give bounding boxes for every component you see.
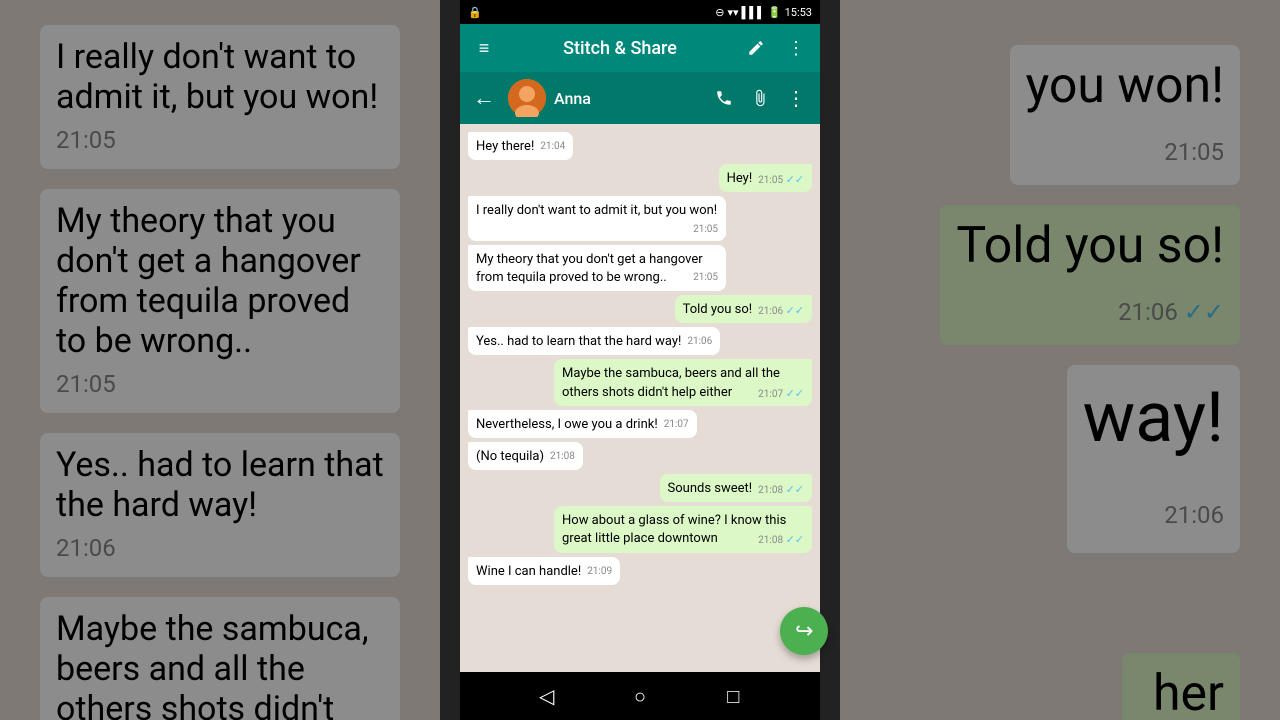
table-row: Sounds sweet! 21:08 ✓✓: [468, 474, 812, 502]
signal-icon: ▌▌▌: [742, 6, 765, 19]
table-row: Hey there! 21:04: [468, 132, 812, 160]
app-title: Stitch & Share: [508, 38, 732, 59]
list-item: Told you so! 21:06 ✓✓: [675, 295, 812, 323]
message-time: 21:05: [693, 223, 718, 237]
table-row: Nevertheless, I owe you a drink! 21:07: [468, 410, 812, 438]
table-row: (No tequila) 21:08: [468, 442, 812, 470]
message-time: 21:08 ✓✓: [758, 532, 804, 548]
bg-text-bottom-left-2: Maybe the sambuca, beers and all the oth…: [40, 597, 400, 720]
message-text: Told you so!: [683, 302, 753, 317]
more-button[interactable]: ⋮: [780, 32, 812, 64]
nav-bar: ◁ ○ □: [460, 672, 820, 720]
message-time: 21:08 ✓✓: [758, 482, 804, 498]
message-time: 21:06: [687, 335, 712, 349]
list-item: (No tequila) 21:08: [468, 442, 583, 470]
bg-text-bottom-right-2: her 21:07 ✓: [1102, 643, 1260, 720]
list-item: I really don't want to admit it, but you…: [468, 196, 726, 240]
message-text: Wine I can handle!: [476, 564, 581, 579]
call-button[interactable]: [708, 82, 740, 114]
table-row: Wine I can handle! 21:09: [468, 557, 812, 585]
message-text: Sounds sweet!: [668, 481, 753, 496]
table-row: I really don't want to admit it, but you…: [468, 196, 812, 240]
chat-name: Anna: [554, 89, 700, 108]
list-item: How about a glass of wine? I know this g…: [554, 506, 812, 552]
message-text: I really don't want to admit it, but you…: [476, 203, 717, 218]
table-row: My theory that you don't get a hangover …: [468, 245, 812, 291]
message-time: 21:04: [540, 140, 565, 154]
chat-more-button[interactable]: ⋮: [780, 82, 812, 114]
status-bar: 🔒 ⊖ ▾▾ ▌▌▌ 🔋 15:53: [460, 0, 820, 24]
status-bar-right: ⊖ ▾▾ ▌▌▌ 🔋 15:53: [715, 6, 812, 19]
fab-icon: ↩: [795, 619, 813, 644]
message-text: Hey there!: [476, 139, 534, 154]
table-row: Told you so! 21:06 ✓✓: [468, 295, 812, 323]
bg-text-mid-left: My theory that you don't get a hangover …: [40, 189, 400, 413]
list-item: Maybe the sambuca, beers and all the oth…: [554, 359, 812, 405]
home-nav-button[interactable]: ○: [620, 676, 660, 716]
message-text: Yes.. had to learn that the hard way!: [476, 334, 681, 349]
attach-button[interactable]: [744, 82, 776, 114]
fab-button[interactable]: ↩: [780, 607, 828, 655]
bg-text-top-right: you won! 21:05: [1010, 45, 1240, 185]
lock-icon: 🔒: [468, 6, 482, 19]
table-row: Yes.. had to learn that the hard way! 21…: [468, 327, 812, 355]
chat-header: ← Anna ⋮: [460, 72, 820, 124]
app-bar: ≡ Stitch & Share ⋮: [460, 24, 820, 72]
back-button[interactable]: ←: [468, 82, 500, 114]
chat-header-icons: ⋮: [708, 82, 812, 114]
phone-frame: 🔒 ⊖ ▾▾ ▌▌▌ 🔋 15:53 ≡ Stitch & Share ⋮ ← …: [460, 0, 820, 720]
list-item: Yes.. had to learn that the hard way! 21…: [468, 327, 720, 355]
wifi-icon: ▾▾: [727, 6, 738, 19]
table-row: Maybe the sambuca, beers and all the oth…: [468, 359, 812, 405]
message-time: 21:07: [664, 418, 689, 432]
message-text: (No tequila): [476, 449, 544, 464]
message-time: 21:08: [550, 450, 575, 464]
table-row: How about a glass of wine? I know this g…: [468, 506, 812, 552]
message-time: 21:06 ✓✓: [758, 303, 804, 319]
bg-text-mid-right: Told you so! 21:06 ✓✓: [940, 205, 1240, 345]
table-row: Hey! 21:05 ✓✓: [468, 164, 812, 192]
message-text: Nevertheless, I owe you a drink!: [476, 417, 658, 432]
edit-button[interactable]: [740, 32, 772, 64]
bg-text-bottom-right: way! 21:06: [1067, 365, 1240, 553]
list-item: Sounds sweet! 21:08 ✓✓: [660, 474, 812, 502]
back-nav-button[interactable]: ◁: [527, 676, 567, 716]
list-item: Nevertheless, I owe you a drink! 21:07: [468, 410, 697, 438]
message-time: 21:09: [587, 565, 612, 579]
message-text: My theory that you don't get a hangover …: [476, 252, 703, 285]
bg-text-bottom-left: Yes.. had to learn that the hard way! 21…: [40, 433, 400, 577]
status-time: 15:53: [785, 6, 812, 19]
avatar: [508, 79, 546, 117]
battery-icon: 🔋: [768, 6, 782, 19]
list-item: Wine I can handle! 21:09: [468, 557, 620, 585]
list-item: Hey! 21:05 ✓✓: [719, 164, 812, 192]
chat-body: Hey there! 21:04 Hey! 21:05 ✓✓ I really …: [460, 124, 820, 672]
message-time: 21:07 ✓✓: [758, 386, 804, 402]
message-text: How about a glass of wine? I know this g…: [562, 513, 786, 546]
message-text: Hey!: [727, 171, 753, 186]
menu-button[interactable]: ≡: [468, 32, 500, 64]
list-item: Hey there! 21:04: [468, 132, 573, 160]
list-item: My theory that you don't get a hangover …: [468, 245, 726, 291]
minus-icon: ⊖: [715, 6, 724, 19]
bg-text-top-left: I really don't want to admit it, but you…: [40, 25, 400, 169]
status-bar-left: 🔒: [468, 6, 482, 19]
message-time: 21:05: [693, 271, 718, 285]
recent-nav-button[interactable]: □: [713, 676, 753, 716]
message-text: Maybe the sambuca, beers and all the oth…: [562, 366, 780, 399]
message-time: 21:05 ✓✓: [758, 172, 804, 188]
